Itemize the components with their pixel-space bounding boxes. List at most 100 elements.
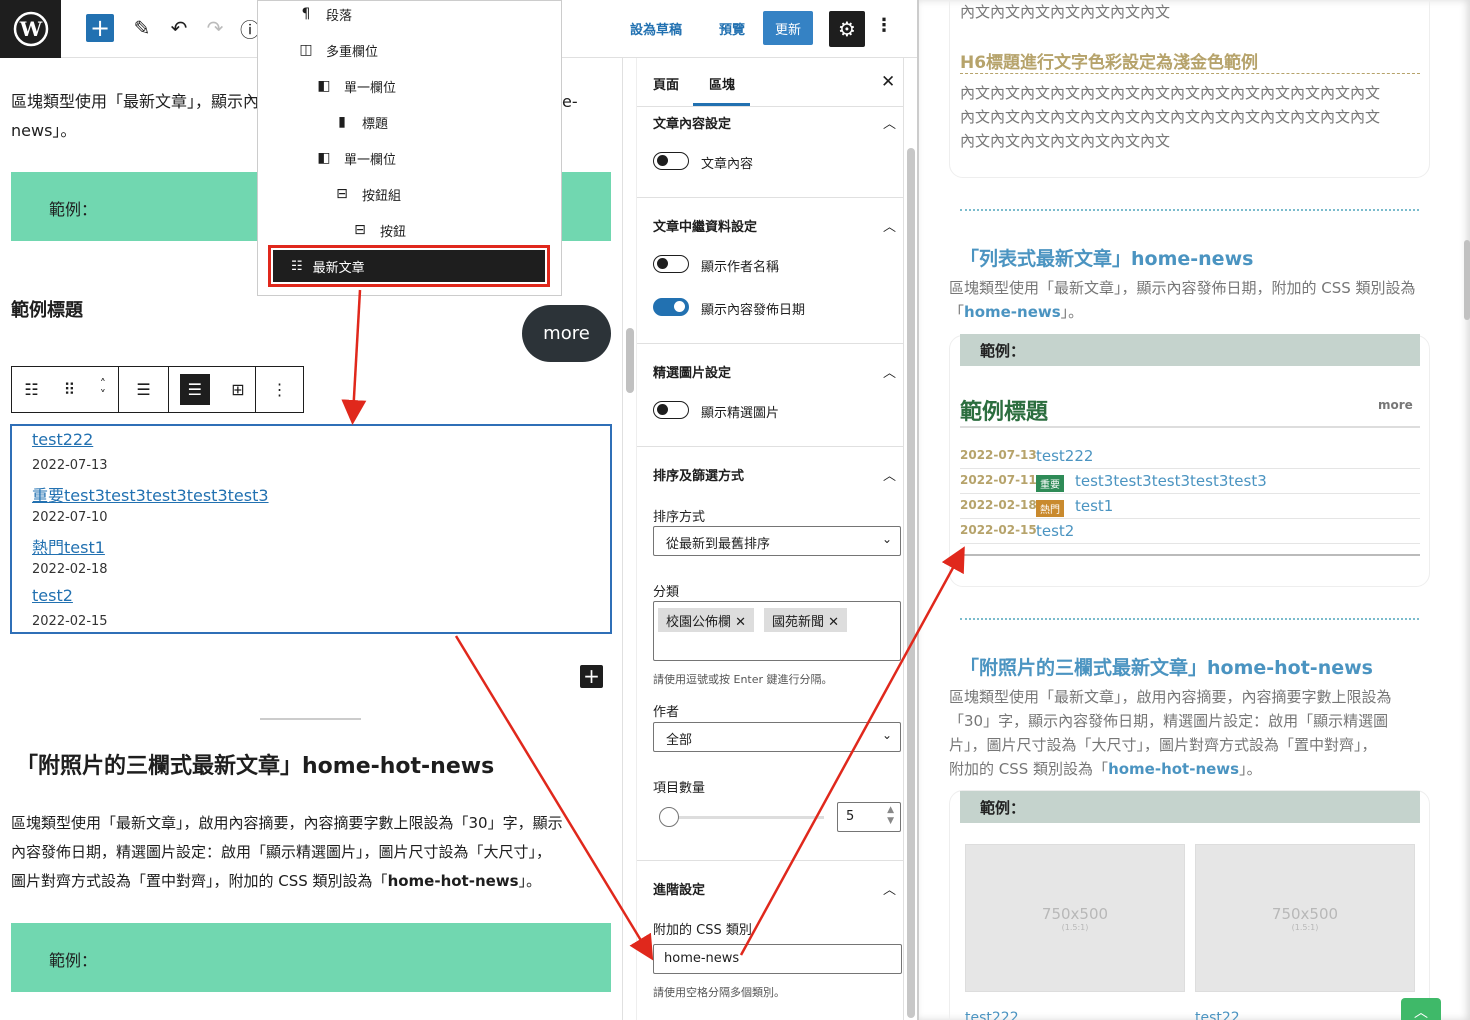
add-block-button[interactable]: + — [86, 14, 114, 42]
example-group-block-2[interactable]: 範例： — [11, 923, 611, 992]
tab-page[interactable]: 頁面 — [653, 74, 679, 93]
post-link[interactable]: 熱門test1 — [32, 534, 105, 558]
body-text: 內文內文內文內文內文內文內文 — [960, 132, 1171, 150]
drag-handle-icon[interactable]: ⠿ — [63, 380, 75, 399]
wordpress-icon: W — [13, 11, 48, 47]
options-kebab-icon[interactable]: ⋮ — [875, 15, 893, 36]
count-range-thumb[interactable] — [659, 807, 679, 827]
editor-scrollbar[interactable] — [623, 58, 637, 1020]
featured-section-title[interactable]: 精選圖片設定 — [653, 362, 731, 381]
block-toolbar: ☷ ⠿ ˄ ˅ ☰ ☰ ⊞ ⋮ — [11, 366, 304, 413]
count-range-track[interactable] — [669, 816, 824, 819]
news-title-link[interactable]: test2 — [1036, 522, 1074, 540]
author-label: 作者 — [653, 705, 680, 720]
css-class-input[interactable]: home-news — [653, 944, 902, 974]
meta-section-title[interactable]: 文章中繼資料設定 — [653, 216, 757, 235]
listview-item-column[interactable]: ◧ 單一欄位 — [312, 141, 396, 175]
placeholder-image[interactable]: 750x500 (1.5:1) — [965, 844, 1185, 992]
sort-section-title[interactable]: 排序及篩選方式 — [653, 465, 744, 484]
move-up-down-icon[interactable]: ˄ ˅ — [100, 378, 106, 401]
news-row[interactable]: 2022-02-18 熱門 test1 — [960, 494, 1420, 519]
list-view-layout-icon[interactable]: ☰ — [179, 374, 210, 405]
align-icon[interactable]: ☰ — [119, 367, 169, 412]
order-select[interactable]: 從最新到最舊排序 ⌄ — [653, 526, 901, 556]
inline-add-block-button[interactable]: + — [580, 665, 603, 688]
settings-gear-icon[interactable]: ⚙ — [829, 11, 865, 47]
preview-scrollbar-thumb[interactable] — [1464, 240, 1470, 320]
sample-heading[interactable]: 範例標題 — [11, 296, 83, 325]
tools-pencil-icon[interactable]: ✎ — [128, 14, 156, 42]
image-caption-link[interactable]: test222 — [965, 1010, 1019, 1020]
image-caption-link[interactable]: test22 — [1195, 1010, 1240, 1020]
undo-icon[interactable]: ↶ — [165, 14, 193, 42]
hot-desc-line1[interactable]: 區塊類型使用「最新文章」，啟用內容摘要，內容摘要字數上限設為「30」字，顯示 — [11, 809, 563, 838]
intro-text-line2[interactable]: news」。 — [11, 116, 76, 145]
post-content-toggle[interactable] — [653, 152, 689, 170]
chevron-up-icon[interactable]: ︿ — [883, 113, 896, 132]
more-link[interactable]: more — [1378, 398, 1413, 412]
update-button[interactable]: 更新 — [763, 11, 813, 45]
tab-block[interactable]: 區塊 — [709, 74, 735, 93]
remove-tag-icon[interactable]: ✕ — [735, 615, 746, 630]
intro-text-line1-end[interactable]: e- — [562, 87, 578, 116]
news-row[interactable]: 2022-07-11 重要 test3test3test3test3test3 — [960, 469, 1420, 494]
redo-icon[interactable]: ↷ — [201, 14, 229, 42]
chevron-up-icon[interactable]: ︿ — [883, 216, 896, 235]
sidebar-scrollbar[interactable] — [904, 138, 918, 1020]
stepper-icon[interactable]: ▲ ▼ — [887, 805, 894, 827]
back-to-top-button[interactable]: ︿ — [1401, 998, 1441, 1020]
editor-scrollbar-thumb[interactable] — [626, 328, 634, 393]
image-ratio-label: (1.5:1) — [1291, 922, 1319, 932]
listview-item-heading[interactable]: ▮ 標題 — [330, 105, 388, 139]
post-link[interactable]: test2 — [32, 586, 73, 605]
grid-view-layout-icon[interactable]: ⊞ — [231, 380, 244, 399]
listview-item-buttons[interactable]: ⊟ 按鈕組 — [330, 177, 401, 211]
hot-news-heading[interactable]: 「附照片的三欄式最新文章」home-hot-news — [16, 752, 494, 781]
news-row[interactable]: 2022-02-15 test2 — [960, 519, 1420, 544]
chevron-up-icon[interactable]: ︿ — [883, 879, 896, 898]
latest-posts-block-icon[interactable]: ☷ — [24, 380, 38, 399]
advanced-section-title[interactable]: 進階設定 — [653, 879, 705, 898]
preview-button[interactable]: 預覽 — [719, 19, 745, 38]
news-title-link[interactable]: test222 — [1036, 447, 1093, 465]
author-select[interactable]: 全部 ⌄ — [653, 722, 901, 752]
news-row[interactable]: 2022-07-13 test222 — [960, 444, 1420, 469]
listview-item-paragraph[interactable]: ¶ 段落 — [294, 0, 352, 31]
chevron-up-icon[interactable]: ︿ — [883, 465, 896, 484]
show-featured-toggle[interactable] — [653, 401, 689, 419]
block-options-kebab-icon[interactable]: ⋮ — [256, 367, 303, 412]
post-date: 2022-02-18 — [32, 562, 108, 577]
desc-end: 」。 — [1060, 303, 1084, 321]
listview-item-button[interactable]: ⊟ 按鈕 — [348, 213, 406, 247]
hot-desc-line3[interactable]: 圖片對齊方式設為「置中對齊」，附加的 CSS 類別設為「home-hot-new… — [11, 867, 541, 896]
show-date-toggle[interactable] — [653, 298, 689, 316]
close-icon[interactable]: ✕ — [881, 72, 895, 92]
news-title-link[interactable]: test3test3test3test3test3 — [1075, 472, 1267, 490]
show-author-toggle[interactable] — [653, 255, 689, 273]
placeholder-image[interactable]: 750x500 (1.5:1) — [1195, 844, 1415, 992]
category-tag[interactable]: 校園公佈欄 ✕ — [658, 608, 755, 632]
sidebar-scrollbar-thumb[interactable] — [907, 148, 915, 1018]
latest-posts-block[interactable]: test222 2022-07-13 重要test3test3test3test… — [10, 424, 612, 634]
post-content-section-title[interactable]: 文章內容設定 — [653, 113, 731, 132]
category-tag[interactable]: 國苑新聞 ✕ — [764, 608, 848, 632]
latest-posts-icon: ☷ — [291, 258, 303, 274]
wordpress-logo-button[interactable]: W — [0, 0, 61, 58]
post-link[interactable]: test222 — [32, 430, 93, 449]
chevron-up-icon[interactable]: ︿ — [883, 362, 896, 381]
layout-group: ☰ ⊞ — [169, 367, 257, 412]
hot-desc-line2[interactable]: 內容發佈日期，精選圖片設定：啟用「顯示精選圖片」，圖片尺寸設為「大尺寸」， — [11, 838, 551, 867]
more-button[interactable]: more — [522, 305, 611, 362]
listview-item-columns[interactable]: ◫ 多重欄位 — [294, 33, 378, 67]
count-number-input[interactable]: 5 ▲ ▼ — [837, 802, 901, 832]
switch-to-draft-button[interactable]: 設為草稿 — [630, 19, 682, 38]
listview-item-latest-posts-selected[interactable]: ☷ 最新文章 — [268, 245, 550, 287]
listview-item-column[interactable]: ◧ 單一欄位 — [312, 69, 396, 103]
dotted-divider — [960, 209, 1419, 211]
remove-tag-icon[interactable]: ✕ — [828, 615, 839, 630]
intro-text-line1[interactable]: 區塊類型使用「最新文章」，顯示內 — [11, 87, 259, 116]
post-link[interactable]: 重要test3test3test3test3test3 — [32, 482, 269, 506]
author-value: 全部 — [666, 733, 693, 748]
news-title-link[interactable]: test1 — [1075, 497, 1113, 515]
category-token-field[interactable]: 校園公佈欄 ✕ 國苑新聞 ✕ — [653, 601, 901, 661]
